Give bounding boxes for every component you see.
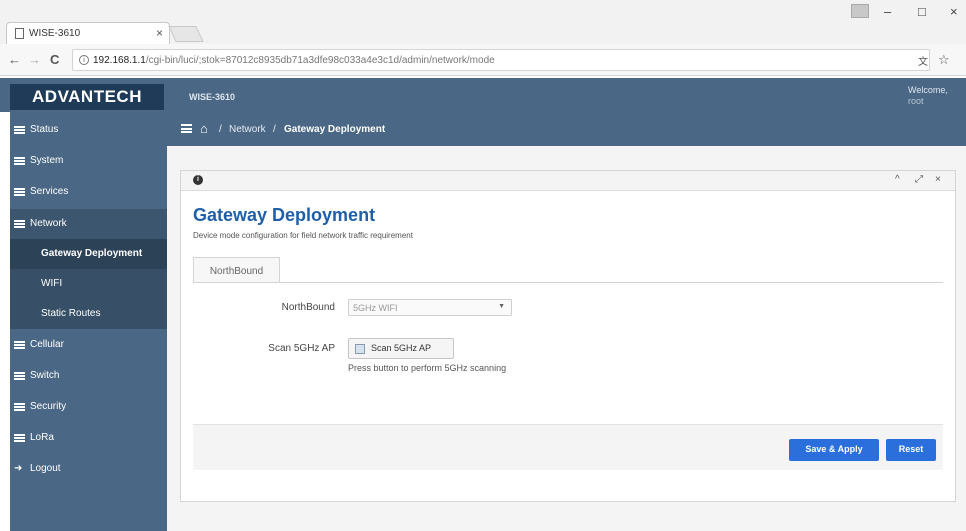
sidebar-item-label: LoRa xyxy=(30,432,54,443)
sidebar: Status System Services Network Gateway D… xyxy=(10,112,167,531)
breadcrumb: ⌂ / Network / Gateway Deployment xyxy=(167,112,966,146)
northbound-select[interactable]: 5GHz WIFI ▼ xyxy=(348,299,512,316)
site-info-icon[interactable]: i xyxy=(79,55,89,65)
scan-icon xyxy=(355,344,365,354)
sidebar-item-status[interactable]: Status xyxy=(10,115,167,145)
sidebar-item-gateway-deployment[interactable]: Gateway Deployment xyxy=(10,239,167,269)
browser-tab-title: WISE-3610 xyxy=(29,28,81,39)
sidebar-item-label: Gateway Deployment xyxy=(41,248,143,259)
sidebar-item-label: WIFI xyxy=(41,278,63,289)
breadcrumb-network[interactable]: Network xyxy=(229,124,266,135)
sidebar-item-label: Security xyxy=(30,401,67,412)
sidebar-item-system[interactable]: System xyxy=(10,146,167,176)
panel-header: i ^ ⤢ × xyxy=(181,171,955,191)
sidebar-item-services[interactable]: Services xyxy=(10,177,167,207)
tab-divider xyxy=(193,282,943,283)
close-tab-icon[interactable]: × xyxy=(156,26,163,40)
product-name: WISE-3610 xyxy=(189,92,236,102)
close-window-icon[interactable]: × xyxy=(950,4,958,19)
scan-help-text: Press button to perform 5GHz scanning xyxy=(348,363,507,373)
welcome-label: Welcome, xyxy=(908,85,948,95)
scan-5ghz-label: Scan 5GHz AP xyxy=(268,343,335,354)
sidebar-item-label: Status xyxy=(30,124,59,135)
sidebar-item-label: Switch xyxy=(30,370,60,381)
list-icon xyxy=(14,434,25,442)
url-host: 192.168.1.1 xyxy=(93,55,146,66)
back-icon[interactable]: ← xyxy=(8,52,21,67)
panel-footer: Save & Apply Reset xyxy=(193,424,943,470)
sidebar-item-label: Static Routes xyxy=(41,308,101,319)
list-icon xyxy=(14,126,25,134)
address-bar: ← → C i 192.168.1.1/cgi-bin/luci/;stok=8… xyxy=(0,44,966,76)
sidebar-item-label: System xyxy=(30,155,64,166)
list-icon xyxy=(14,157,25,165)
northbound-label: NorthBound xyxy=(281,302,335,313)
logout-icon: ➜ xyxy=(14,463,23,474)
welcome-text: Welcome, root xyxy=(908,85,948,107)
info-icon: i xyxy=(193,175,203,185)
translate-icon[interactable]: 文 xyxy=(918,53,928,68)
breadcrumb-separator: / xyxy=(219,124,222,135)
bookmark-star-icon[interactable]: ☆ xyxy=(938,52,950,68)
maximize-icon[interactable]: □ xyxy=(918,4,926,19)
chevron-down-icon: ▼ xyxy=(498,303,505,310)
sidebar-item-wifi[interactable]: WIFI xyxy=(10,269,167,299)
sidebar-item-switch[interactable]: Switch xyxy=(10,361,167,391)
sidebar-item-security[interactable]: Security xyxy=(10,392,167,422)
page-icon xyxy=(15,28,24,39)
breadcrumb-separator: / xyxy=(273,124,276,135)
sidebar-item-label: Cellular xyxy=(30,339,64,350)
list-icon xyxy=(14,341,25,349)
sidebar-item-logout[interactable]: ➜ Logout xyxy=(10,454,167,484)
advantech-logo: ADVANTECH xyxy=(10,84,164,110)
sidebar-item-label: Logout xyxy=(30,463,61,474)
hamburger-menu-icon[interactable] xyxy=(181,124,192,133)
new-tab-button[interactable] xyxy=(168,26,204,42)
minimize-icon[interactable]: – xyxy=(884,4,891,19)
sidebar-item-static-routes[interactable]: Static Routes xyxy=(10,299,167,329)
fullscreen-icon[interactable]: ⤢ xyxy=(915,174,923,185)
sidebar-item-network[interactable]: Network xyxy=(10,209,167,239)
save-apply-button[interactable]: Save & Apply xyxy=(789,439,879,461)
browser-tab[interactable]: WISE-3610 × xyxy=(6,22,170,44)
url-path: /cgi-bin/luci/;stok=87012c8935db71a3dfe9… xyxy=(145,55,495,66)
sidebar-item-label: Network xyxy=(30,218,67,229)
reload-icon[interactable]: C xyxy=(50,52,59,67)
home-icon[interactable]: ⌂ xyxy=(200,121,208,136)
forward-icon[interactable]: → xyxy=(28,52,41,67)
gateway-deployment-panel: i ^ ⤢ × Gateway Deployment Device mode c… xyxy=(180,170,956,502)
scan-5ghz-ap-button[interactable]: Scan 5GHz AP xyxy=(348,338,454,359)
sidebar-item-label: Services xyxy=(30,186,69,197)
list-icon xyxy=(14,372,25,380)
page-description: Device mode configuration for field netw… xyxy=(193,231,413,240)
northbound-selected-value: 5GHz WIFI xyxy=(353,303,398,313)
username: root xyxy=(908,96,924,106)
scan-button-label: Scan 5GHz AP xyxy=(371,343,432,353)
reset-button[interactable]: Reset xyxy=(886,439,936,461)
url-input[interactable]: i 192.168.1.1/cgi-bin/luci/;stok=87012c8… xyxy=(72,49,930,71)
sidebar-item-lora[interactable]: LoRa xyxy=(10,423,167,453)
profile-icon[interactable] xyxy=(851,4,869,18)
page-title: Gateway Deployment xyxy=(193,205,376,225)
close-panel-icon[interactable]: × xyxy=(935,174,941,185)
tab-northbound[interactable]: NorthBound xyxy=(193,257,280,283)
list-icon xyxy=(14,403,25,411)
browser-tab-bar: WISE-3610 × – □ × xyxy=(0,0,966,44)
collapse-icon[interactable]: ^ xyxy=(895,174,900,185)
list-icon xyxy=(14,188,25,196)
breadcrumb-current: Gateway Deployment xyxy=(284,124,386,135)
sidebar-item-cellular[interactable]: Cellular xyxy=(10,330,167,360)
list-icon xyxy=(14,220,25,228)
